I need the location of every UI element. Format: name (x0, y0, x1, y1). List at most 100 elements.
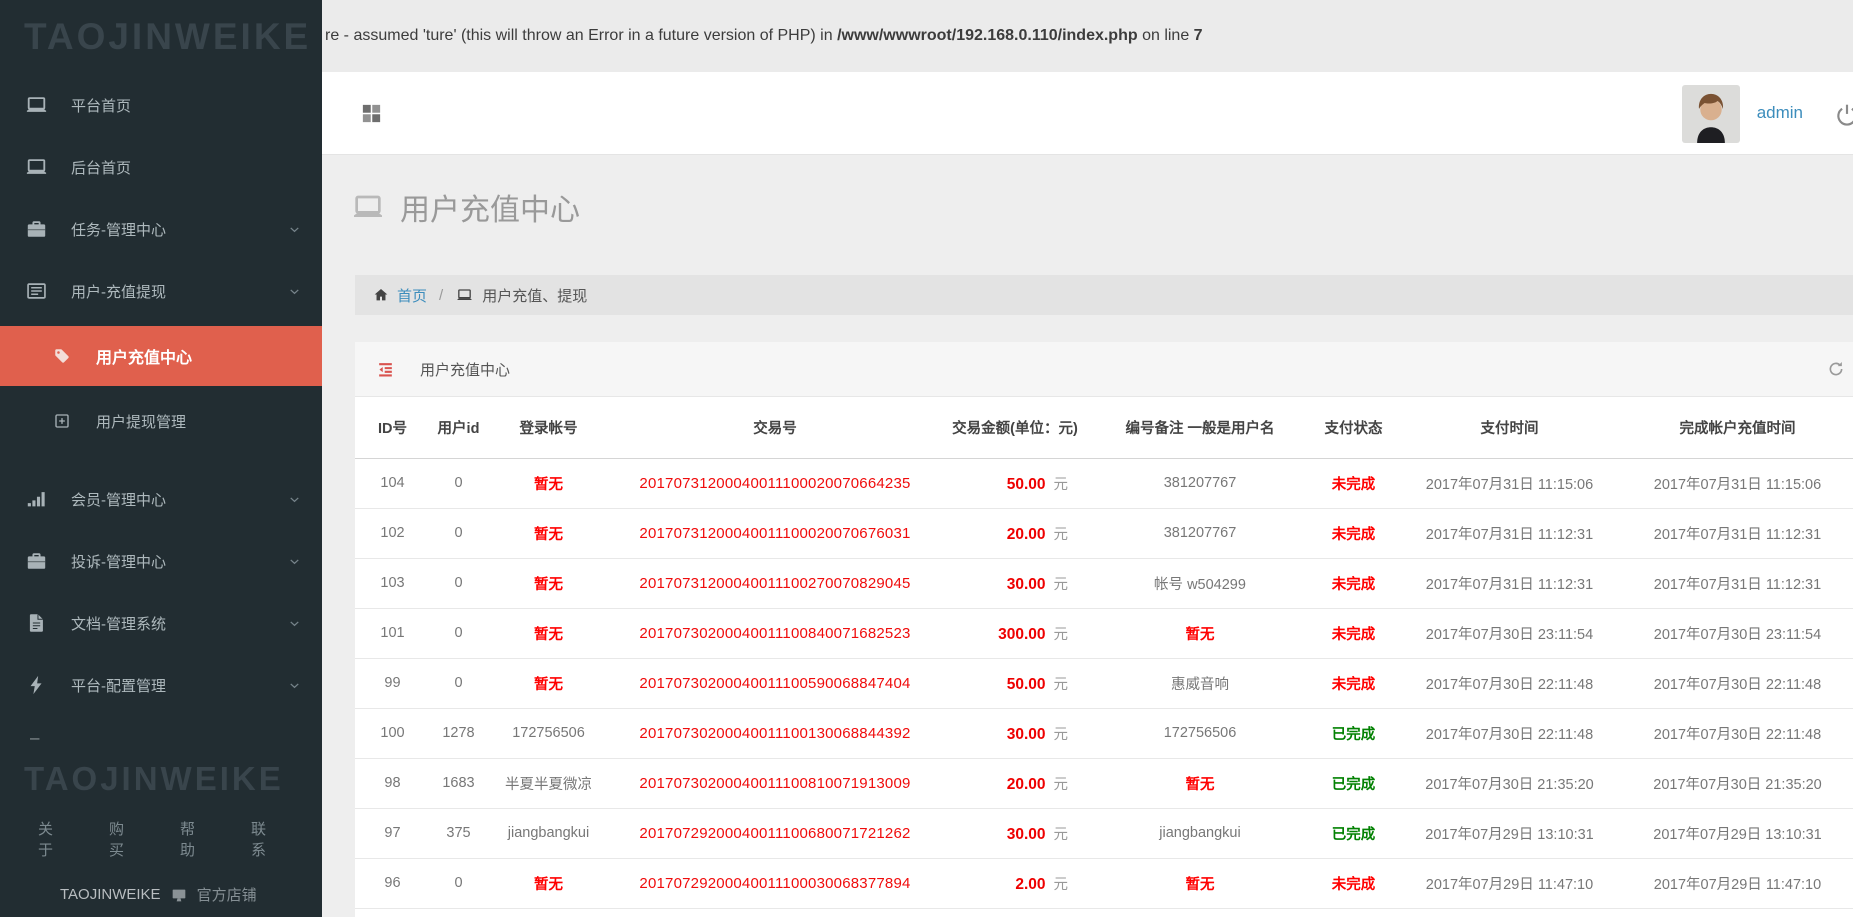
power-icon[interactable] (1834, 102, 1853, 128)
sidebar-item[interactable]: 投诉-管理中心 (0, 530, 322, 592)
grid-menu-icon[interactable] (360, 102, 383, 125)
footer-link[interactable]: 帮助 (180, 818, 207, 860)
cell-user-id: 1683 (430, 758, 487, 808)
panel-title: 用户充值中心 (420, 359, 510, 380)
sidebar-item-active[interactable]: 用户充值中心 (0, 326, 322, 386)
column-header: 登录帐号 (487, 397, 610, 458)
table-header-row: ID号用户id登录帐号交易号交易金额(单位：元)编号备注 一般是用户名支付状态支… (355, 397, 1853, 458)
cell-id: 102 (355, 508, 430, 558)
footer-store-link[interactable]: TAOJINWEIKE 官方店铺 (0, 884, 322, 905)
cell-pay-status: 未完成 (1310, 608, 1397, 658)
cell-remark: 暂无 (1090, 858, 1310, 908)
cell-complete-time: 2017年07月30日 21:35:20 (1622, 758, 1853, 808)
cell-complete-time: 2017年07月31日 11:12:31 (1622, 508, 1853, 558)
cell-login-account: 暂无 (487, 658, 610, 708)
sidebar-item[interactable]: 用户-充值提现 (0, 260, 322, 322)
cell-transaction-number: 20170730200040011100590068847404 (610, 658, 940, 708)
amount-unit: 元 (1054, 677, 1069, 693)
column-header: 用户id (430, 397, 487, 458)
cell-user-id: 0 (430, 458, 487, 508)
cell-pay-time: 2017年07月30日 22:11:48 (1397, 658, 1622, 708)
table-row: 1030暂无2017073120004001110027007082904530… (355, 558, 1853, 608)
cell-amount: 20.00 元 (940, 508, 1090, 558)
table-row: 990暂无2017073020004001110059006884740450.… (355, 658, 1853, 708)
table-row: 1040暂无2017073120004001110002007066423550… (355, 458, 1853, 508)
sidebar-item[interactable]: 平台首页 (0, 74, 322, 136)
content-area: 用户充值中心 首页 / 用户充值、提现 用户充值中心 ID号用户id登录帐号交易… (322, 155, 1853, 917)
amount-value: 30.00 (1007, 826, 1046, 843)
footer-link[interactable]: 关于 (38, 818, 65, 860)
sidebar-menu: 平台首页后台首页任务-管理中心用户-充值提现用户充值中心用户提现管理会员-管理中… (0, 74, 322, 760)
sidebar-item[interactable]: 用户提现管理 (0, 390, 322, 452)
amount-value: 2.00 (1015, 876, 1045, 893)
outdent-list-icon (375, 360, 396, 379)
php-warning-bar: re - assumed 'ture' (this will throw an … (322, 0, 1853, 72)
cell-id: 96 (355, 858, 430, 908)
cell-pay-time: 2017年07月30日 22:11:48 (1397, 708, 1622, 758)
footer-store-brand: TAOJINWEIKE (60, 886, 161, 903)
briefcase-icon (24, 550, 49, 572)
sidebar-item[interactable]: 文档-管理系统 (0, 592, 322, 654)
cell-pay-time: 2017年07月31日 11:12:31 (1397, 558, 1622, 608)
column-header: 完成帐户充值时间 (1622, 397, 1853, 458)
cell-login-account: 暂无 (487, 608, 610, 658)
cell-id: 99 (355, 658, 430, 708)
cell-pay-status: 未完成 (1310, 558, 1397, 608)
main-area: re - assumed 'ture' (this will throw an … (322, 0, 1853, 917)
footer-link[interactable]: 联系 (251, 818, 278, 860)
php-warning-line: 7 (1194, 27, 1203, 44)
footer-link[interactable]: 购买 (109, 818, 136, 860)
cell-pay-time: 2017年07月31日 11:15:06 (1397, 458, 1622, 508)
amount-value: 20.00 (1007, 526, 1046, 543)
cell-user-id: 375 (430, 808, 487, 858)
chevron-down-icon (287, 554, 302, 569)
amount-value: 50.00 (1007, 676, 1046, 693)
cell-transaction-number: 20170731200040011100020070664235 (610, 458, 940, 508)
amount-unit: 元 (1054, 527, 1069, 543)
breadcrumb-home-link[interactable]: 首页 (397, 285, 427, 306)
cell-amount: 30.00元 (940, 708, 1090, 758)
table-row: 1020暂无2017073120004001110002007067603120… (355, 508, 1853, 558)
sidebar-item[interactable]: 后台首页 (0, 136, 322, 198)
cell-remark: 暂无 (1090, 758, 1310, 808)
cell-pay-time: 2017年07月30日 23:11:54 (1397, 608, 1622, 658)
avatar[interactable] (1682, 85, 1740, 143)
sidebar-item-collapsed[interactable]: – (0, 716, 322, 760)
username-link[interactable]: admin (1757, 103, 1803, 123)
table-body: 1040暂无2017073120004001110002007066423550… (355, 458, 1853, 908)
sidebar-item[interactable]: 任务-管理中心 (0, 198, 322, 260)
cell-transaction-number: 20170731200040011100020070676031 (610, 508, 940, 558)
amount-unit: 元 (1054, 827, 1069, 843)
table-row: 97375jiangbangkui20170729200040011100680… (355, 808, 1853, 858)
cell-pay-status: 未完成 (1310, 508, 1397, 558)
sidebar: TAOJINWEIKE 平台首页后台首页任务-管理中心用户-充值提现用户充值中心… (0, 0, 322, 917)
app-logo: TAOJINWEIKE (0, 0, 322, 74)
recharge-table: ID号用户id登录帐号交易号交易金额(单位：元)编号备注 一般是用户名支付状态支… (355, 397, 1853, 909)
footer-links: 关于 购买 帮助 联系 (0, 818, 322, 860)
cell-login-account: jiangbangkui (487, 808, 610, 858)
sidebar-item[interactable]: 平台-配置管理 (0, 654, 322, 716)
chevron-down-icon (287, 284, 302, 299)
footer-logo: TAOJINWEIKE (0, 760, 322, 798)
amount-unit: 元 (1054, 777, 1069, 793)
cell-user-id: 1278 (430, 708, 487, 758)
footer-store-label: 官方店铺 (197, 884, 257, 905)
sidebar-item[interactable]: 会员-管理中心 (0, 468, 322, 530)
refresh-icon[interactable] (1827, 360, 1845, 378)
cell-login-account: 暂无 (487, 458, 610, 508)
column-header: 支付状态 (1310, 397, 1397, 458)
cell-complete-time: 2017年07月29日 13:10:31 (1622, 808, 1853, 858)
sidebar-footer: TAOJINWEIKE 关于 购买 帮助 联系 TAOJINWEIKE 官方店铺 (0, 760, 322, 917)
cell-pay-status: 已完成 (1310, 708, 1397, 758)
amount-unit: 元 (1054, 477, 1069, 493)
cell-complete-time: 2017年07月31日 11:15:06 (1622, 458, 1853, 508)
php-warning-text: re - assumed 'ture' (this will throw an … (325, 27, 1203, 45)
cell-user-id: 0 (430, 508, 487, 558)
cell-amount: 20.00元 (940, 758, 1090, 808)
cell-transaction-number: 20170729200040011100030068377894 (610, 858, 940, 908)
topbar: admin (322, 72, 1853, 155)
table-row: 981683半夏半夏微凉2017073020004001110081007191… (355, 758, 1853, 808)
chevron-down-icon (287, 222, 302, 237)
cell-pay-status: 未完成 (1310, 858, 1397, 908)
chevron-down-icon (287, 678, 302, 693)
